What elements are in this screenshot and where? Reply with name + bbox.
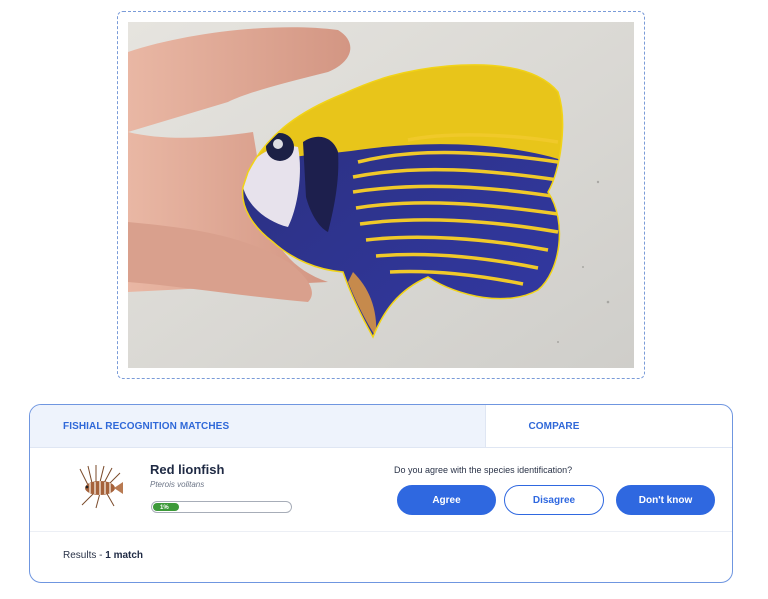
results-prefix: Results - [63,550,106,561]
species-common-name: Red lionfish [150,462,225,477]
fish-photo-graphic [128,22,634,368]
image-upload-frame[interactable] [117,11,645,379]
tab-bar: FISHIAL RECOGNITION MATCHES COMPARE [30,405,732,448]
agree-button[interactable]: Agree [397,485,496,515]
agreement-question: Do you agree with the species identifica… [394,465,573,475]
lionfish-image [74,463,126,509]
fish-photo [128,22,634,368]
match-row: Red lionfish Pterois volitans 1% Do you … [30,448,732,532]
tab-recognition-matches[interactable]: FISHIAL RECOGNITION MATCHES [30,405,486,447]
species-thumbnail [74,463,126,509]
confidence-bar-fill: 1% [153,503,179,511]
dont-know-button[interactable]: Don't know [616,485,715,515]
recognition-panel: FISHIAL RECOGNITION MATCHES COMPARE Red … [29,404,733,583]
confidence-label: 1% [160,505,169,511]
disagree-button[interactable]: Disagree [504,485,604,515]
results-count: 1 match [105,550,144,561]
species-latin-name: Pterois volitans [150,480,205,489]
tab-compare[interactable]: COMPARE [486,405,732,447]
results-summary: Results - 1 match [63,550,143,561]
confidence-bar: 1% [151,501,292,513]
